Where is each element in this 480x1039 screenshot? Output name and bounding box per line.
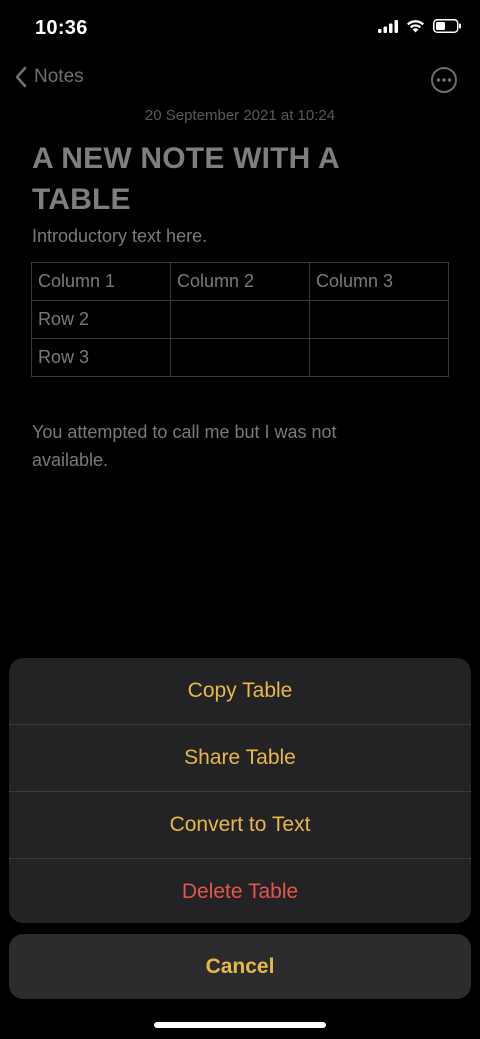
navigation-bar: Notes — [14, 66, 458, 98]
table-cell[interactable] — [309, 338, 449, 377]
table-cell[interactable]: Column 1 — [31, 262, 171, 301]
status-time: 10:36 — [35, 17, 88, 39]
ellipsis-circle-icon — [431, 67, 457, 93]
note-title[interactable]: A NEW NOTE WITH A TABLE — [32, 138, 442, 220]
table-cell[interactable] — [309, 300, 449, 339]
action-sheet: Copy Table Share Table Convert to Text D… — [9, 658, 471, 923]
table-cell[interactable] — [170, 338, 310, 377]
signal-icon — [378, 19, 398, 33]
table-cell[interactable]: Row 2 — [31, 300, 171, 339]
table-cell[interactable] — [170, 300, 310, 339]
convert-to-text-button[interactable]: Convert to Text — [9, 792, 471, 859]
share-table-button[interactable]: Share Table — [9, 725, 471, 792]
table-cell[interactable]: Column 3 — [309, 262, 449, 301]
table-cell[interactable]: Row 3 — [31, 338, 171, 377]
table-row: Row 2 — [31, 300, 449, 339]
delete-table-button[interactable]: Delete Table — [9, 859, 471, 923]
copy-table-button[interactable]: Copy Table — [9, 658, 471, 725]
table-cell[interactable]: Column 2 — [170, 262, 310, 301]
table-row: Row 3 — [31, 338, 449, 377]
note-body[interactable]: You attempted to call me but I was not a… — [32, 418, 412, 474]
status-icons — [378, 19, 462, 33]
cancel-button[interactable]: Cancel — [9, 934, 471, 999]
note-table[interactable]: Column 1 Column 2 Column 3 Row 2 Row 3 — [31, 262, 449, 377]
table-row: Column 1 Column 2 Column 3 — [31, 262, 449, 301]
status-bar: 10:36 — [0, 0, 480, 58]
battery-icon — [433, 19, 461, 33]
chevron-left-icon — [15, 66, 27, 88]
wifi-icon — [407, 20, 424, 33]
note-intro[interactable]: Introductory text here. — [32, 226, 207, 247]
home-indicator[interactable] — [154, 1022, 326, 1028]
note-date: 20 September 2021 at 10:24 — [144, 107, 336, 124]
more-button[interactable] — [430, 66, 458, 94]
back-button-label: Notes — [34, 66, 84, 87]
back-button[interactable]: Notes — [14, 66, 84, 88]
